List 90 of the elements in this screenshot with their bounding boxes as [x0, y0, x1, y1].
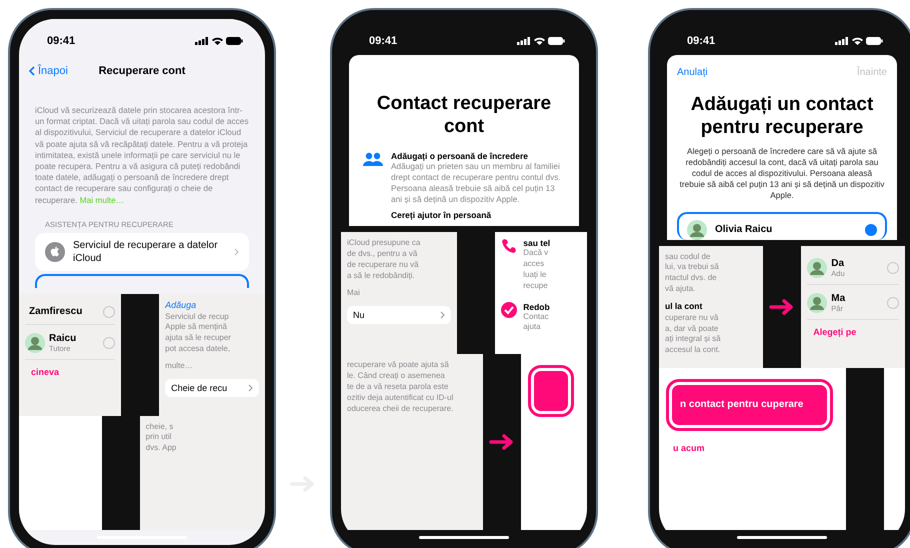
section-heading: ul la cont — [665, 300, 704, 311]
text-line: Apple să mențină — [165, 322, 228, 334]
description-text: iCloud vă securizează datele prin stocarea acestora într-un format criptat. Dacă vă uitați parola sau codul de acces al dispozitivului, Serviciul de recuperare a datelor iCloud vă poate ajuta să vă recăpătați datele. Pentru a vă proteja intimitatea, există unele informații pe care serviciul nu le poate recupera. Pentru a vă asigura că puteți redobândi toate datele, adăugați o persoană de încredere drept contact de recuperare sau configurați o cheie de recuperare. Mai multe… — [34, 104, 250, 206]
chevron-icon — [234, 248, 239, 256]
status-time: 09:41 — [47, 35, 76, 47]
text-line: vă ajuta. — [665, 284, 696, 295]
feature-heading: Redob — [523, 302, 550, 312]
chevron-icon — [29, 66, 35, 76]
text-line: lui, va trebui să — [665, 262, 720, 274]
people-icon — [363, 150, 383, 167]
cancel-button[interactable]: Anulați — [677, 67, 708, 78]
wifi-icon — [534, 37, 545, 45]
right-arrow-icon — [489, 434, 516, 450]
text-line: ajuta să le recuper — [165, 333, 232, 344]
sheet-title: Contact recuperare cont — [376, 92, 552, 139]
text-line: recupe — [523, 280, 549, 292]
avatar-icon — [807, 258, 828, 278]
feature-heading: sau tel — [523, 238, 550, 248]
feature-text: Adăugați un prieten sau un membru al familiei drept contact de recuperare pentru contul dvs. Persoana aleasă trebuie să aibă cel puțin 13 ani și să dețină un dispozitiv Apple. — [391, 160, 562, 206]
text-line: cuperare nu vă — [665, 312, 720, 324]
text-line: ntactul dvs. de — [665, 273, 718, 284]
battery-icon — [226, 37, 243, 45]
text-line: ați integral și să — [665, 334, 722, 346]
text-line: cheie, s — [146, 422, 174, 432]
radio-button[interactable] — [887, 262, 900, 274]
chevron-icon — [440, 310, 446, 319]
text-line: sau codul de — [665, 252, 712, 262]
battery-icon — [548, 37, 565, 45]
add-link[interactable]: Adăuga — [165, 300, 259, 310]
phone-icon — [501, 238, 518, 254]
checkmark-circle-icon — [501, 302, 518, 318]
status-time: 09:41 — [687, 35, 716, 47]
radio-button[interactable] — [103, 336, 116, 349]
apple-logo-icon — [45, 242, 65, 262]
radio-button[interactable] — [865, 224, 877, 236]
more-link[interactable]: Mai — [347, 288, 360, 297]
text-line: le. Când creați o asemenea — [347, 371, 446, 382]
text-line: de dvs., pentru a vă — [347, 249, 418, 260]
signal-icon — [195, 37, 209, 45]
text-line: prin util — [146, 432, 172, 444]
signal-icon — [835, 37, 849, 45]
radio-button[interactable] — [103, 306, 116, 318]
text-line: ozitiv deja autentificat cu ID-ul — [347, 392, 454, 404]
chevron-icon — [248, 384, 253, 392]
wifi-icon — [852, 37, 863, 45]
sheet-title: Adăugați un contact pentru recuperare — [690, 93, 874, 140]
text-line: a să le redobândiți. — [347, 270, 416, 282]
text-line: luați le — [523, 270, 548, 281]
avatar-icon — [687, 220, 707, 240]
nav-title: Recuperare cont — [98, 65, 186, 77]
contact-name: Ma — [831, 292, 846, 304]
settings-row[interactable]: Serviciul de recuperare a datelor iCloud — [35, 232, 249, 271]
text-line: Dacă v — [523, 248, 550, 260]
choose-contact-link[interactable]: cineva — [25, 362, 116, 378]
text-line: ajuta — [523, 322, 542, 334]
status-time: 09:41 — [369, 35, 398, 47]
contact-name: Raicu — [49, 332, 78, 344]
contact-name: Zamfirescu — [29, 306, 84, 318]
add-contact-button[interactable] — [531, 368, 572, 414]
back-button[interactable]: Înapoi — [29, 65, 68, 77]
settings-row[interactable]: Cheie de recu — [165, 378, 259, 397]
text-line: Serviciul de recup — [165, 312, 230, 322]
text-line: de recuperare nu vă — [347, 260, 420, 271]
avatar-icon — [807, 292, 828, 313]
text-line: oducerea cheii de recuperare. — [347, 404, 454, 414]
text-line: recuperare vă poate ajuta să — [347, 360, 450, 372]
contact-card[interactable]: Olivia Raicu — [677, 212, 887, 240]
add-contact-button[interactable]: n contact pentru cuperare — [669, 382, 830, 428]
text-line: pot accesa datele, — [165, 344, 232, 355]
signal-icon — [517, 37, 531, 45]
choose-contact-link[interactable]: Alegeți pe — [807, 322, 900, 338]
battery-icon — [866, 37, 883, 45]
right-arrow-icon — [769, 298, 796, 315]
text-line: te de a vă reseta parola este — [347, 382, 450, 393]
instruction-text: Alegeți o persoană de încredere care să vă ajute să redobândiți accesul la cont, dacă vă uitați parola sau codul de acces al dispozitivului. Persoana aleasă trebuie să aibă cel puțin 13 ani și să dețină un dispozitiv Apple. — [678, 144, 886, 202]
more-link[interactable]: multe… — [165, 360, 193, 370]
text-line: a, dar vă poate — [665, 324, 720, 334]
text-line: dvs. App — [146, 443, 178, 454]
contact-name: Da — [831, 258, 846, 269]
text-line: iCloud presupune ca — [347, 238, 422, 250]
wifi-icon — [212, 37, 223, 45]
feature-heading: Adăugați o persoană de încredere — [391, 150, 529, 161]
text-line: acces — [523, 259, 546, 270]
settings-row[interactable]: Nu — [347, 306, 452, 324]
feature-heading: Cereți ajutor în persoană — [391, 209, 492, 220]
avatar-icon — [25, 332, 45, 353]
later-link[interactable]: u acum — [665, 438, 840, 453]
text-line: Contac — [523, 312, 550, 322]
radio-button[interactable] — [887, 296, 900, 309]
text-line: accesul la cont. — [665, 345, 722, 356]
